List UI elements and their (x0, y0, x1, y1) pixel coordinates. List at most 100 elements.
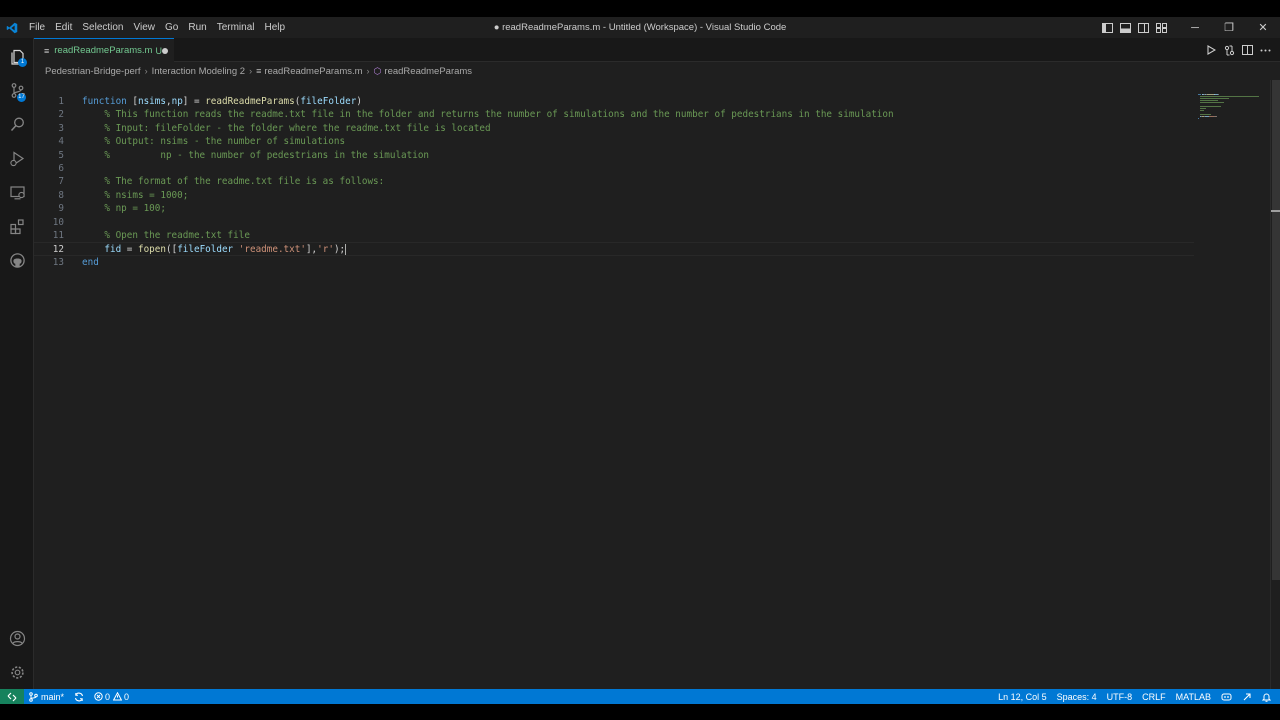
source-control-badge: 17 (17, 93, 26, 102)
code-line[interactable]: 9 % np = 100; (34, 202, 1194, 215)
breadcrumb-item-file[interactable]: readReadmeParams.m (264, 66, 362, 77)
menu-go[interactable]: Go (160, 17, 183, 38)
menu-terminal[interactable]: Terminal (212, 17, 260, 38)
line-number: 11 (52, 230, 64, 241)
language-mode[interactable]: MATLAB (1171, 689, 1216, 704)
code-line[interactable]: 11 % Open the readme.txt file (34, 229, 1194, 242)
code-token: np (171, 96, 183, 107)
chevron-right-icon: › (144, 66, 148, 76)
breadcrumb-item-folder[interactable]: Interaction Modeling 2 (152, 66, 245, 77)
code-line[interactable]: 7 % The format of the readme.txt file is… (34, 175, 1194, 188)
code-token: fid (104, 244, 122, 256)
sync-icon (74, 692, 84, 701)
menu-file[interactable]: File (24, 17, 50, 38)
minimap-line (1199, 98, 1229, 99)
tab-readreadmeparams[interactable]: ≡ readReadmeParams.m U (34, 38, 174, 62)
branch-label: main* (41, 691, 65, 702)
extensions-button[interactable] (0, 209, 34, 243)
scrollbar-thumb[interactable] (1272, 80, 1280, 580)
code-token: fopen (137, 244, 166, 256)
code-token: ) (356, 96, 362, 107)
menu-run[interactable]: Run (183, 17, 211, 38)
line-code: % nsims = 1000; (82, 189, 188, 202)
code-line[interactable]: 12 fid = fopen([fileFolder 'readme.txt']… (34, 242, 1194, 256)
run-debug-button[interactable] (0, 141, 34, 175)
indentation[interactable]: Spaces: 4 (1052, 689, 1102, 704)
breadcrumb: Pedestrian-Bridge-perf › Interaction Mod… (34, 62, 1280, 80)
copilot-icon (1221, 693, 1232, 701)
file-icon: ≡ (256, 66, 262, 76)
code-token: nsims (137, 96, 166, 107)
branch-button[interactable]: main* (24, 689, 69, 704)
code-line[interactable]: 13 end (34, 256, 1194, 269)
minimize-button[interactable]: ─ (1178, 17, 1212, 38)
warning-count: 0 (124, 691, 130, 702)
sync-button[interactable] (69, 689, 89, 704)
customize-layout-icon[interactable] (1152, 17, 1170, 38)
menu-view[interactable]: View (129, 17, 161, 38)
minimap-line (1199, 106, 1221, 107)
code-line[interactable]: 3 % Input: fileFolder - the folder where… (34, 122, 1194, 135)
code-token: fileFolder (300, 96, 357, 107)
symbol-method-icon: ⬡ (373, 65, 382, 76)
toggle-panel-icon[interactable] (1116, 17, 1134, 38)
encoding[interactable]: UTF-8 (1102, 689, 1138, 704)
feedback-button[interactable] (1237, 689, 1257, 704)
minimap[interactable] (1194, 80, 1270, 689)
menu-edit[interactable]: Edit (50, 17, 77, 38)
code-line[interactable]: 8 % nsims = 1000; (34, 189, 1194, 202)
source-control-button[interactable]: 17 (0, 73, 34, 107)
run-file-button[interactable] (1202, 38, 1220, 62)
more-actions-button[interactable] (1256, 38, 1274, 62)
compare-changes-icon (1224, 45, 1234, 55)
copilot-button[interactable] (1216, 689, 1237, 704)
line-code: % This function reads the readme.txt fil… (82, 108, 893, 121)
line-number: 5 (58, 149, 64, 161)
vscode-window: File Edit Selection View Go Run Terminal… (0, 17, 1280, 704)
unsaved-dot-icon[interactable] (162, 48, 168, 54)
problems-button[interactable]: 0 0 (89, 689, 134, 704)
account-icon (9, 630, 25, 646)
error-icon (94, 692, 103, 701)
code-editor[interactable]: 1 function [nsims,np] = readReadmeParams(… (34, 80, 1194, 689)
manage-button[interactable] (0, 655, 34, 689)
code-line[interactable]: 4 % Output: nsims - the number of simula… (34, 135, 1194, 148)
split-editor-button[interactable] (1238, 38, 1256, 62)
code-line[interactable]: 6 (34, 162, 1194, 175)
code-token: % np - the number of pedestrians in the … (82, 149, 430, 161)
code-line[interactable]: 2 % This function reads the readme.txt f… (34, 108, 1194, 121)
end-of-line[interactable]: CRLF (1137, 689, 1171, 704)
line-number: 6 (58, 163, 64, 174)
remote-explorer-button[interactable] (0, 175, 34, 209)
close-window-button[interactable]: ✕ (1246, 17, 1280, 38)
line-number: 1 (58, 96, 64, 107)
breadcrumb-item-workspace[interactable]: Pedestrian-Bridge-perf (45, 66, 141, 77)
menu-help[interactable]: Help (260, 17, 291, 38)
menu-bar: File Edit Selection View Go Run Terminal… (24, 17, 290, 38)
toggle-secondary-sidebar-icon[interactable] (1134, 17, 1152, 38)
code-token: ], (305, 244, 318, 256)
toggle-primary-sidebar-icon[interactable] (1098, 17, 1116, 38)
search-button[interactable] (0, 107, 34, 141)
minimap-line (1204, 116, 1209, 117)
github-button[interactable] (0, 243, 34, 277)
vertical-scrollbar[interactable] (1270, 80, 1280, 689)
accounts-button[interactable] (0, 621, 34, 655)
cursor-position[interactable]: Ln 12, Col 5 (993, 689, 1052, 704)
notifications-button[interactable] (1257, 689, 1276, 704)
restore-button[interactable]: ❐ (1212, 17, 1246, 38)
github-icon (9, 252, 25, 268)
breadcrumb-item-symbol[interactable]: readReadmeParams (384, 66, 472, 77)
remote-indicator-button[interactable] (0, 689, 24, 704)
explorer-button[interactable]: 1 (0, 39, 34, 73)
tab-git-status: U (155, 45, 162, 56)
code-line[interactable]: 5 % np - the number of pedestrians in th… (34, 149, 1194, 162)
code-token: ([ (165, 244, 178, 256)
line-number: 2 (58, 109, 64, 121)
activity-bar: 1 17 (0, 38, 34, 689)
code-line[interactable]: 1 function [nsims,np] = readReadmeParams(… (34, 95, 1194, 108)
open-changes-button[interactable] (1220, 38, 1238, 62)
menu-selection[interactable]: Selection (77, 17, 128, 38)
code-line[interactable]: 10 (34, 216, 1194, 229)
